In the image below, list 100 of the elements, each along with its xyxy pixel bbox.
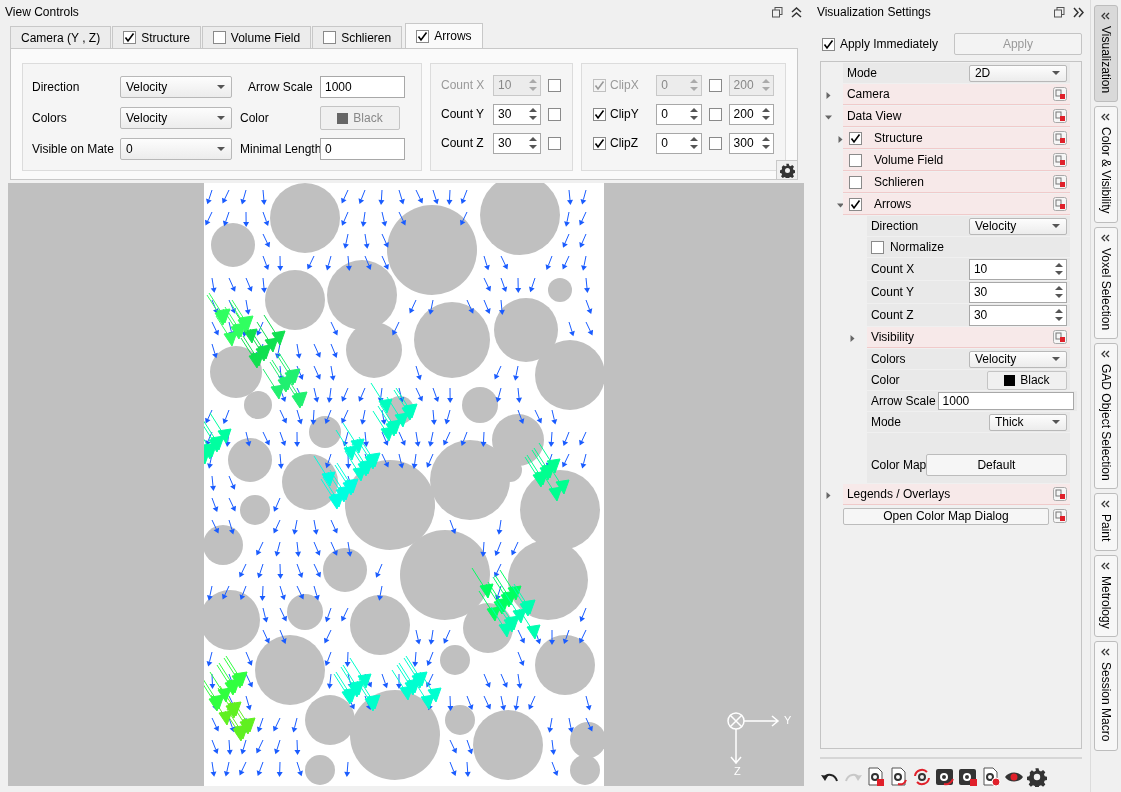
checkbox[interactable] bbox=[323, 31, 337, 44]
chevron-icon bbox=[1101, 349, 1111, 358]
collapse-icon[interactable] bbox=[1072, 6, 1084, 18]
side-tab[interactable]: Voxel Selection bbox=[1093, 226, 1118, 339]
settings-button[interactable] bbox=[776, 160, 798, 180]
tab[interactable]: Structure bbox=[112, 26, 201, 48]
setting-label: Color Map bbox=[869, 458, 926, 472]
checkbox[interactable] bbox=[870, 240, 884, 254]
expand-arrow-icon[interactable] bbox=[837, 135, 845, 143]
checkbox[interactable] bbox=[593, 136, 606, 150]
dropdown[interactable]: 2D bbox=[968, 64, 1067, 82]
checkbox[interactable] bbox=[593, 107, 606, 121]
refresh-icon[interactable] bbox=[911, 767, 932, 787]
checkbox[interactable] bbox=[416, 29, 430, 43]
spin-arrows-icon bbox=[1054, 262, 1063, 276]
chevron-icon bbox=[1101, 233, 1111, 242]
side-tab[interactable]: GAD Object Selection bbox=[1093, 342, 1118, 490]
reset-icon[interactable] bbox=[1052, 87, 1067, 101]
chevron-icon bbox=[1101, 561, 1111, 570]
collapse-icon[interactable] bbox=[791, 6, 802, 18]
spin-box[interactable]: 30 bbox=[492, 132, 541, 154]
dropdown[interactable]: 0 bbox=[120, 138, 232, 160]
field-label: Count Y bbox=[440, 107, 486, 121]
side-tab[interactable]: Metrology bbox=[1093, 554, 1118, 638]
spin-arrows-icon bbox=[689, 78, 698, 92]
document-gear-icon[interactable] bbox=[888, 767, 909, 787]
dropdown[interactable]: Thick bbox=[988, 413, 1067, 431]
checkbox[interactable] bbox=[547, 136, 561, 150]
setting-label: Mode bbox=[845, 66, 878, 80]
checkbox[interactable] bbox=[547, 107, 561, 121]
expand-arrow-icon[interactable] bbox=[825, 113, 833, 121]
tab[interactable]: Schlieren bbox=[312, 26, 403, 48]
setting-label: Arrow Scale bbox=[869, 394, 936, 408]
field-label: Direction bbox=[32, 80, 81, 94]
spin-box[interactable]: 10 bbox=[968, 258, 1067, 280]
side-tab[interactable]: Paint bbox=[1093, 493, 1118, 551]
checkbox[interactable] bbox=[708, 107, 722, 121]
expand-arrow-icon[interactable] bbox=[849, 334, 857, 342]
checkbox[interactable] bbox=[848, 175, 862, 189]
document-record-icon[interactable] bbox=[980, 767, 1001, 787]
reset-icon[interactable] bbox=[1052, 131, 1067, 145]
spin-box[interactable]: 30 bbox=[968, 304, 1067, 326]
checkbox-label: ClipZ bbox=[610, 136, 639, 150]
spin-arrows-icon bbox=[762, 107, 770, 121]
input-field[interactable]: 0 bbox=[320, 138, 405, 160]
spin-box[interactable]: 0 bbox=[656, 103, 702, 125]
field-label: Color bbox=[239, 111, 270, 125]
color-button[interactable]: Black bbox=[986, 370, 1067, 390]
spin-box[interactable]: 0 bbox=[656, 132, 702, 154]
spin-box[interactable]: 300 bbox=[728, 132, 774, 154]
side-tab[interactable]: Visualization bbox=[1093, 5, 1118, 103]
input-field[interactable]: 1000 bbox=[937, 392, 1074, 410]
chevron-icon bbox=[1101, 500, 1111, 509]
float-icon[interactable] bbox=[772, 6, 783, 18]
tab[interactable]: Camera (Y , Z) bbox=[10, 26, 112, 48]
dropdown[interactable]: Velocity bbox=[120, 76, 232, 98]
dark-gear-icon[interactable] bbox=[934, 767, 955, 787]
checkbox[interactable] bbox=[848, 153, 862, 167]
dark-gear-icon[interactable] bbox=[957, 767, 978, 787]
spin-arrows-icon bbox=[528, 78, 537, 92]
input-field[interactable]: 1000 bbox=[320, 76, 405, 98]
expand-arrow-icon[interactable] bbox=[825, 491, 833, 499]
tab[interactable]: Volume Field bbox=[201, 26, 312, 48]
reset-icon[interactable] bbox=[1052, 175, 1067, 189]
reset-icon[interactable] bbox=[1052, 109, 1067, 123]
spin-arrows-icon bbox=[689, 136, 698, 150]
dropdown[interactable]: Velocity bbox=[968, 350, 1067, 368]
spin-box[interactable]: 200 bbox=[728, 103, 774, 125]
spin-arrows-icon bbox=[762, 136, 770, 150]
reset-icon[interactable] bbox=[1052, 197, 1067, 211]
setting-label: Legends / Overlays bbox=[845, 487, 952, 501]
float-icon[interactable] bbox=[1053, 6, 1065, 18]
checkbox-label: ClipX bbox=[610, 78, 640, 92]
checkbox[interactable] bbox=[848, 197, 862, 211]
checkbox[interactable] bbox=[212, 31, 226, 44]
axis-label: Y bbox=[784, 714, 792, 726]
color-map-button[interactable]: Default bbox=[925, 454, 1067, 476]
expand-arrow-icon[interactable] bbox=[825, 91, 833, 99]
setting-label: Count X bbox=[869, 262, 916, 276]
gear-icon[interactable] bbox=[1026, 767, 1047, 787]
side-tab[interactable]: Session Macro bbox=[1093, 641, 1118, 751]
setting-label: Structure bbox=[872, 131, 924, 145]
checkbox[interactable] bbox=[848, 131, 862, 145]
field-label: Arrow Scale bbox=[247, 80, 314, 94]
dropdown[interactable]: Velocity bbox=[968, 217, 1067, 235]
spin-box[interactable]: 30 bbox=[492, 103, 541, 125]
checkbox-label: Apply Immediately bbox=[839, 37, 939, 51]
dropdown[interactable]: Velocity bbox=[120, 107, 232, 129]
tab[interactable]: Arrows bbox=[405, 23, 483, 48]
checkbox[interactable] bbox=[821, 37, 835, 51]
reset-icon[interactable] bbox=[1052, 487, 1067, 501]
spin-box[interactable]: 30 bbox=[968, 281, 1067, 303]
open-color-map-button[interactable]: Open Color Map Dialog bbox=[842, 507, 1049, 525]
reset-icon[interactable] bbox=[1052, 330, 1067, 344]
reset-icon[interactable] bbox=[1052, 153, 1067, 167]
checkbox[interactable] bbox=[123, 31, 137, 44]
reset-icon[interactable] bbox=[1052, 509, 1067, 523]
side-tab[interactable]: Color & Visibility bbox=[1093, 106, 1118, 223]
document-gear-icon[interactable] bbox=[865, 767, 886, 787]
checkbox[interactable] bbox=[708, 136, 722, 150]
